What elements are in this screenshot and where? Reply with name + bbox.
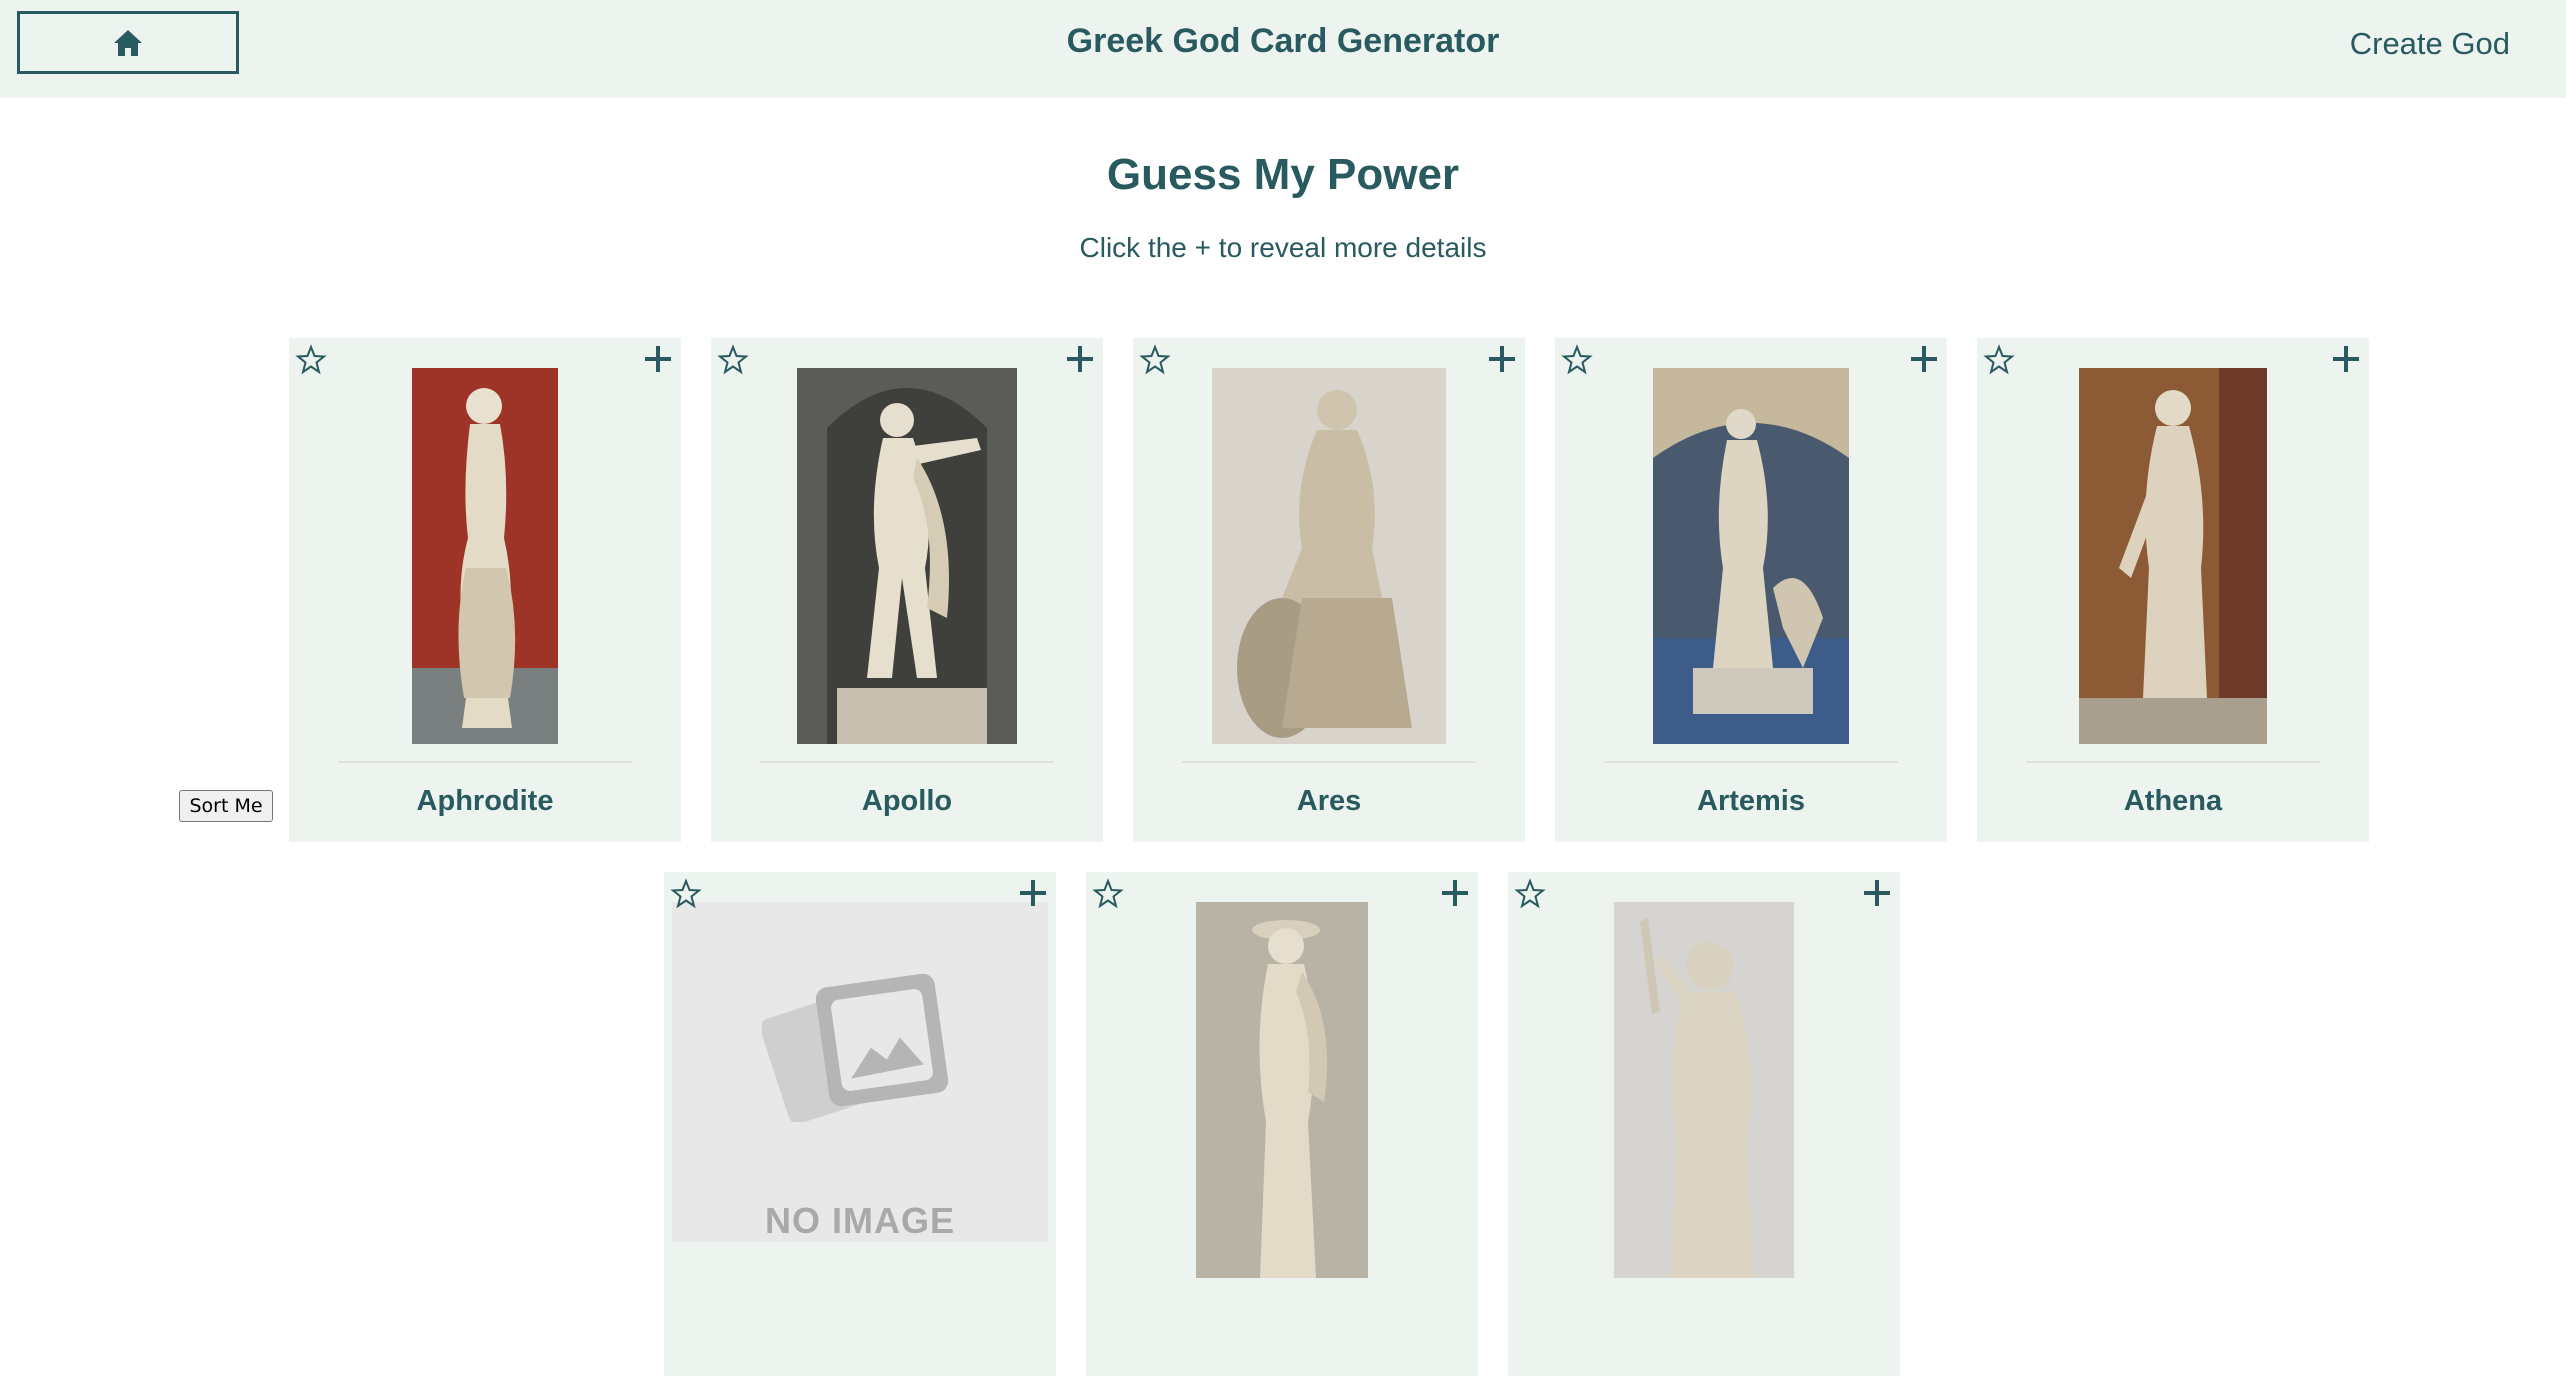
god-card <box>1086 872 1478 1376</box>
god-card: Apollo <box>711 338 1103 842</box>
expand-plus-icon[interactable] <box>1065 344 1095 374</box>
page-subtitle: Click the + to reveal more details <box>1079 232 1487 263</box>
card-divider <box>760 761 1054 763</box>
app-title: Greek God Card Generator <box>1066 22 1500 60</box>
god-portrait-image <box>1212 368 1446 744</box>
god-portrait-image <box>797 368 1017 744</box>
expand-plus-icon[interactable] <box>1440 878 1470 908</box>
favorite-star-icon[interactable] <box>1514 878 1546 910</box>
sort-button[interactable]: Sort Me <box>179 790 273 822</box>
card-divider <box>338 761 632 763</box>
god-name: Athena <box>2123 785 2223 817</box>
favorite-star-icon[interactable] <box>1561 344 1593 376</box>
expand-plus-icon[interactable] <box>643 344 673 374</box>
top-navigation: Greek God Card Generator Create God <box>0 0 2566 98</box>
god-name: Artemis <box>1697 785 1805 817</box>
favorite-star-icon[interactable] <box>1983 344 2015 376</box>
favorite-star-icon[interactable] <box>1092 878 1124 910</box>
expand-plus-icon[interactable] <box>1909 344 1939 374</box>
card-divider <box>1604 761 1898 763</box>
god-portrait-image <box>1614 902 1794 1278</box>
expand-plus-icon[interactable] <box>1862 878 1892 908</box>
god-name: Ares <box>1296 785 1362 817</box>
god-card: Athena <box>1977 338 2369 842</box>
expand-plus-icon[interactable] <box>1487 344 1517 374</box>
god-portrait-image <box>2079 368 2267 744</box>
create-god-link[interactable]: Create God <box>2350 26 2510 62</box>
god-name: Aphrodite <box>416 785 554 817</box>
god-portrait-image <box>1196 902 1368 1278</box>
image-placeholder-icon <box>762 973 949 1122</box>
god-card: Aphrodite <box>289 338 681 842</box>
expand-plus-icon[interactable] <box>2331 344 2361 374</box>
favorite-star-icon[interactable] <box>1139 344 1171 376</box>
god-card: Ares <box>1133 338 1525 842</box>
favorite-star-icon[interactable] <box>717 344 749 376</box>
page-title: Guess My Power <box>1106 150 1460 199</box>
favorite-star-icon[interactable] <box>295 344 327 376</box>
no-image-placeholder: NO IMAGE <box>672 902 1048 1242</box>
no-image-label: NO IMAGE <box>764 1200 955 1241</box>
god-portrait-image <box>412 368 558 744</box>
card-divider <box>2026 761 2320 763</box>
god-portrait-image <box>1653 368 1849 744</box>
god-name: Apollo <box>861 785 953 817</box>
god-card: NO IMAGE <box>664 872 1056 1376</box>
expand-plus-icon[interactable] <box>1018 878 1048 908</box>
god-card <box>1508 872 1900 1376</box>
god-card: Artemis <box>1555 338 1947 842</box>
card-divider <box>1182 761 1476 763</box>
favorite-star-icon[interactable] <box>670 878 702 910</box>
